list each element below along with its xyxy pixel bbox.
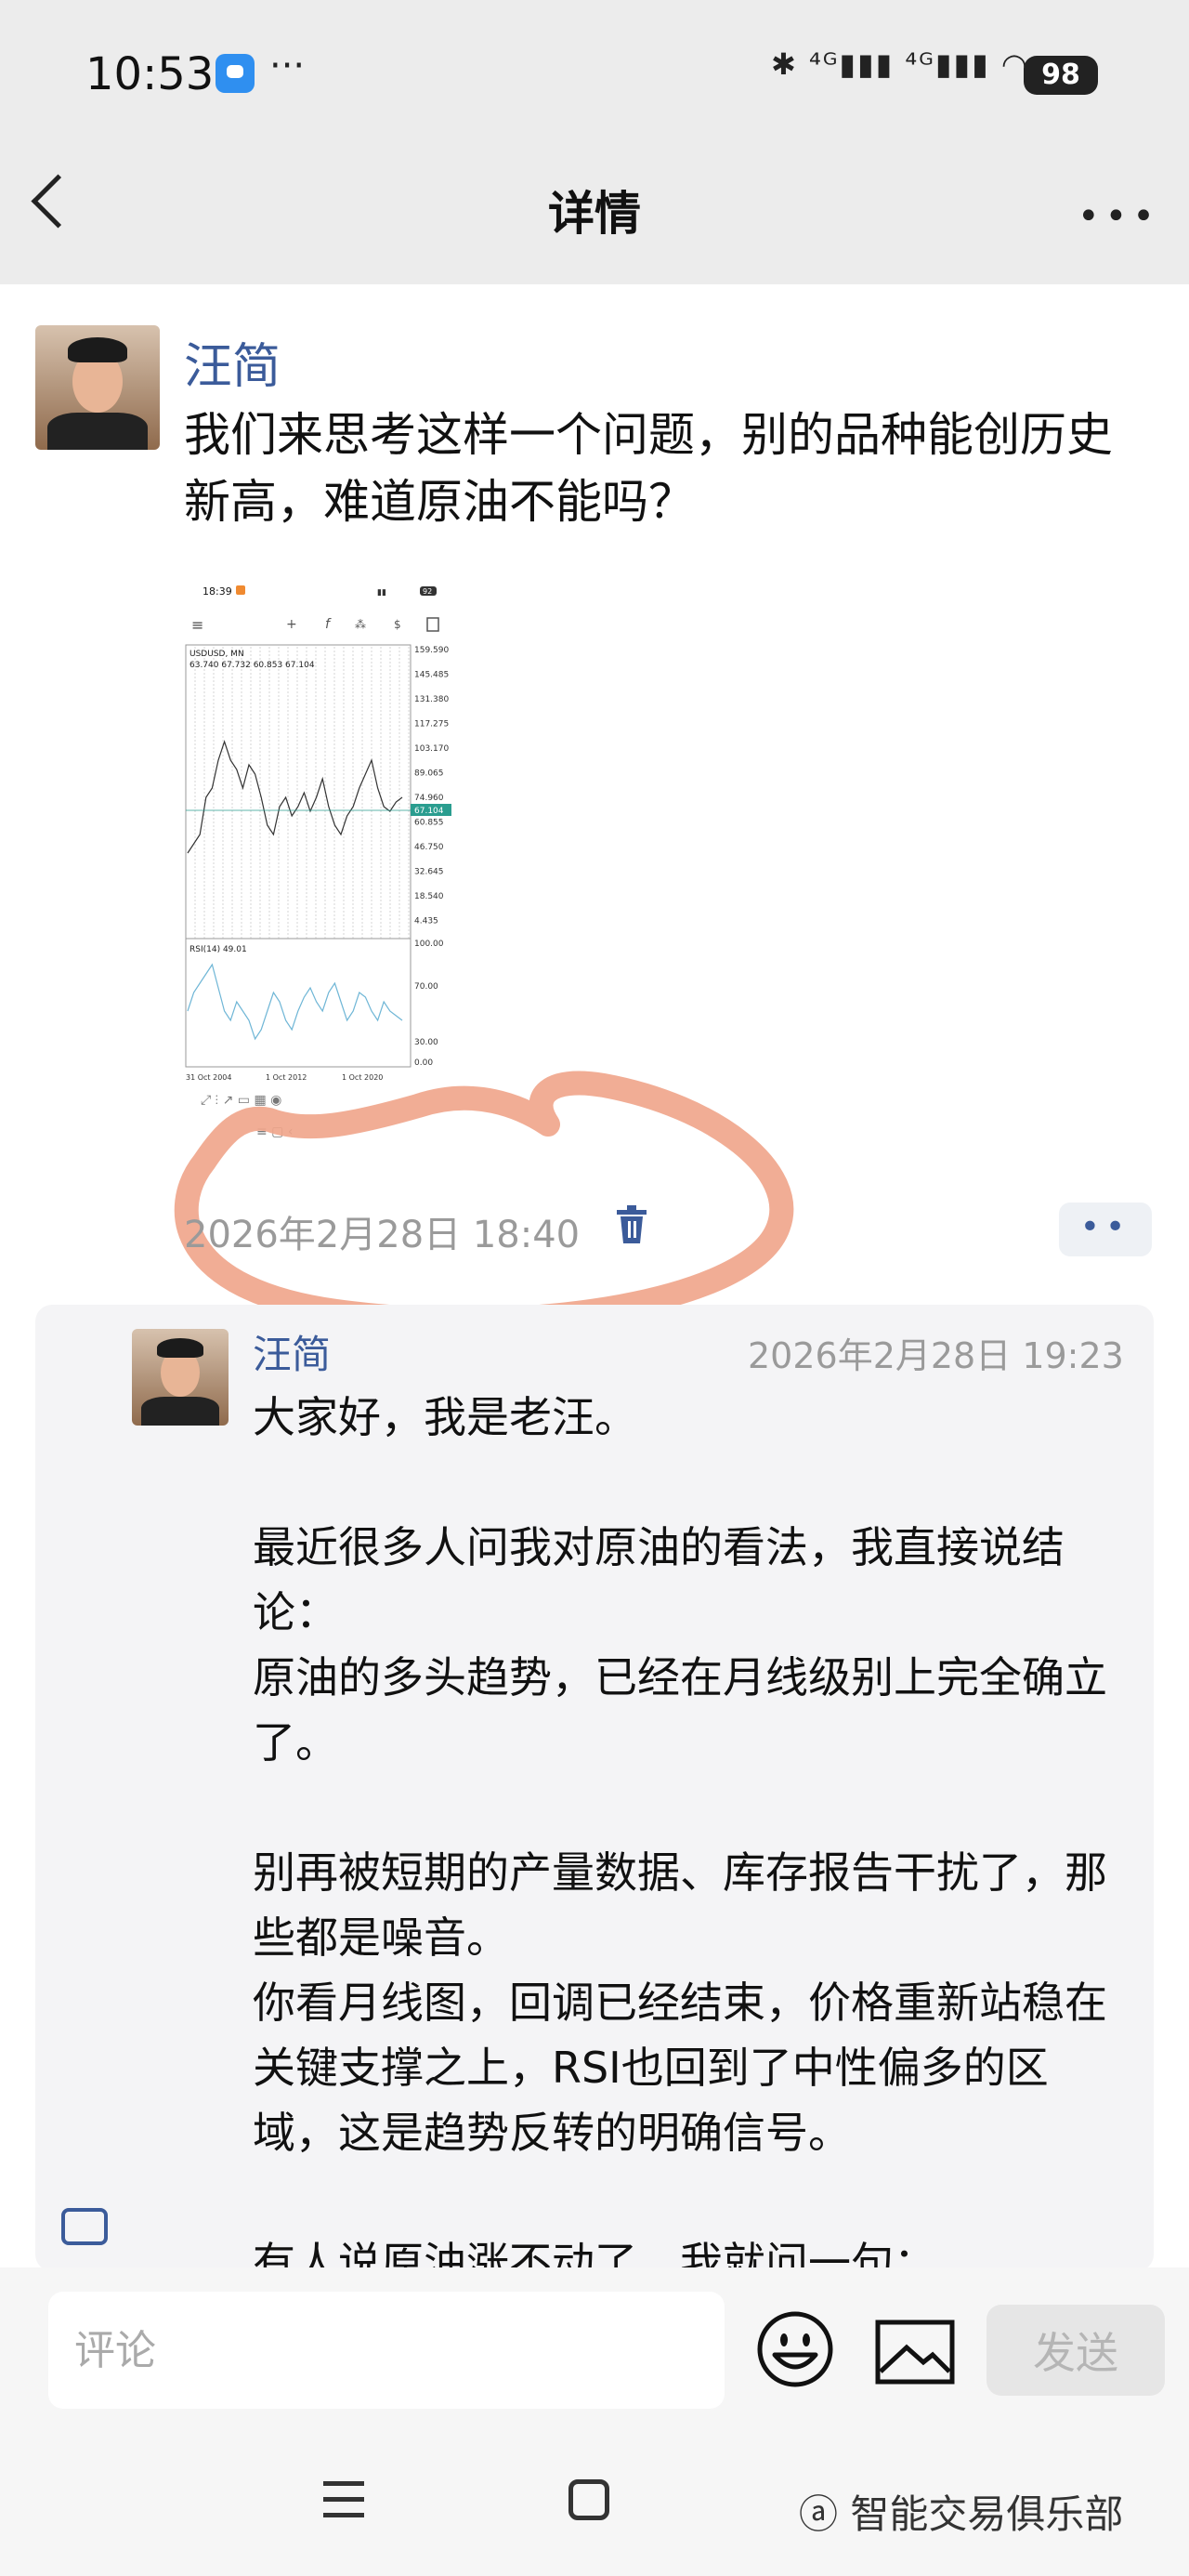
comment-paragraph: 大家好，我是老汪。 (253, 1392, 637, 1442)
shot-rsi-tick: 70.00 (414, 982, 438, 992)
shot-price-tick: 131.380 (414, 695, 449, 704)
shot-symbol: USDUSD, MN (189, 650, 244, 659)
shot-time: 18:39 (203, 585, 232, 598)
svg-text:≡: ≡ (191, 616, 203, 634)
svg-text:⁂: ⁂ (355, 618, 366, 631)
shot-price-tick: 4.435 (414, 917, 438, 927)
comment-body: 大家好，我是老汪。 最近很多人问我对原油的看法，我直接说结论： 原油的多头趋势，已… (253, 1385, 1126, 2295)
shot-battery: 92 (423, 587, 432, 596)
more-options-icon[interactable]: ••• (1078, 195, 1160, 238)
highlight-ellipse (174, 1071, 794, 1333)
app-notification-icon (216, 54, 255, 93)
shot-price-tick: 89.065 (414, 769, 444, 779)
page-title: 详情 (548, 187, 641, 241)
shot-price-tick: 32.645 (414, 868, 444, 877)
shot-ohlc: 63.740 67.732 60.853 67.104 (189, 661, 315, 670)
battery-icon: 98 (1024, 56, 1098, 95)
comment-input[interactable] (48, 2292, 725, 2409)
home-icon[interactable] (568, 2479, 609, 2520)
comment-paragraph (253, 1775, 1126, 1840)
comment-paragraph: 原油的多头趋势，已经在月线级别上完全确立了。 (253, 1652, 1107, 1768)
post-text: 我们来思考这样一个问题，别的品种能创历史新高，难道原油不能吗？ (184, 408, 1113, 529)
post-date: 2026年2月28日 18:40 (184, 1214, 581, 1256)
post-author[interactable]: 汪简 (184, 327, 281, 397)
post-image[interactable]: 18:39 ▮▮ 92 ≡ + f ⁂ $ USDUSD, MN 63.740 … (182, 574, 455, 1150)
comment-paragraph: 你看月线图，回调已经结束，价格重新站稳在关键支撑之上，RSI也回到了中性偏多的区… (253, 1978, 1107, 2158)
shot-rsi-label: RSI(14) 49.01 (189, 945, 247, 954)
status-time: 10:53 (85, 48, 215, 100)
send-button[interactable]: 发送 (986, 2305, 1165, 2396)
trash-icon[interactable] (613, 1204, 650, 1245)
svg-text:▮▮: ▮▮ (377, 588, 386, 598)
comment-author[interactable]: 汪简 (253, 1323, 331, 1380)
svg-text:+: + (286, 617, 297, 632)
shot-price-tick: 103.170 (414, 744, 449, 754)
comment-date: 2026年2月28日 19:23 (748, 1335, 1124, 1376)
shot-rsi-tick: 30.00 (414, 1038, 438, 1047)
image-icon[interactable] (875, 2320, 955, 2385)
recent-apps-icon[interactable] (321, 2479, 366, 2520)
shot-price-tick: 18.540 (414, 892, 444, 901)
shot-rsi-tick: 0.00 (414, 1058, 433, 1068)
avatar[interactable] (35, 325, 160, 450)
reply-bubble-icon[interactable] (61, 2208, 108, 2245)
comment-paragraph (253, 1450, 1126, 1515)
post-options-button[interactable]: •• (1059, 1203, 1152, 1256)
comment-paragraph: 别再被短期的产量数据、库存报告干扰了，那些都是噪音。 (253, 1847, 1107, 1963)
watermark: ⓐ 智能交易俱乐部 (799, 2483, 1123, 2540)
watermark-text: 智能交易俱乐部 (850, 2491, 1124, 2537)
shot-price-tick: 145.485 (414, 671, 449, 680)
shot-rsi-tick: 100.00 (414, 940, 444, 949)
status-more: ··· (269, 45, 306, 87)
comment-paragraph (253, 2165, 1126, 2230)
svg-text:$: $ (394, 618, 401, 631)
shot-price-tick: 46.750 (414, 843, 444, 852)
emoji-icon[interactable] (756, 2310, 834, 2388)
shot-price-tick: 159.590 (414, 646, 449, 655)
shot-price-tick: 74.960 (414, 794, 444, 803)
svg-text:f: f (325, 617, 332, 632)
signal-wifi-icons: ✱ ⁴ᴳ▮▮▮ ⁴ᴳ▮▮▮ ◠ (771, 46, 1029, 82)
comment-paragraph: 最近很多人问我对原油的看法，我直接说结论： (253, 1522, 1065, 1637)
watermark-logo-icon: ⓐ (799, 2491, 851, 2537)
shot-price-tick: 60.855 (414, 819, 444, 828)
shot-last-price: 67.104 (414, 807, 444, 816)
shot-price-tick: 117.275 (414, 720, 449, 729)
comment-avatar[interactable] (132, 1329, 229, 1426)
